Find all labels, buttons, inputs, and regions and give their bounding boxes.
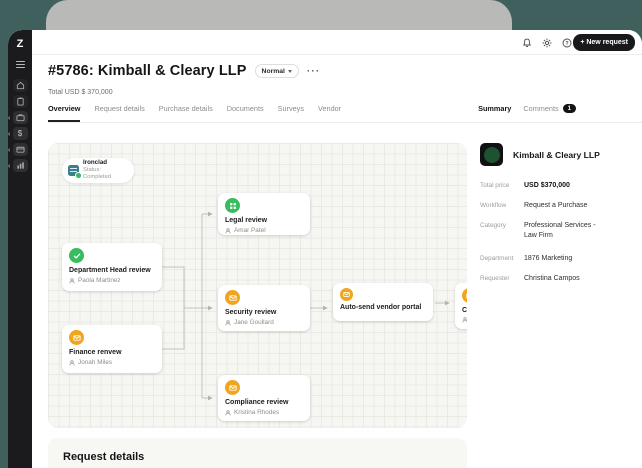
pending-envelope-icon xyxy=(225,290,240,305)
comments-count-badge: 1 xyxy=(563,104,576,113)
request-details-heading: Request details xyxy=(63,451,452,463)
workflow-canvas[interactable]: Ironclad Status: Completed Legal review … xyxy=(48,143,467,428)
summary-field-workflow: Workflow Request a Purchase xyxy=(480,201,638,211)
request-details-section: Request details xyxy=(48,438,467,468)
person-icon xyxy=(69,360,75,366)
person-icon xyxy=(225,410,231,416)
approved-check-icon xyxy=(69,248,84,263)
summary-field-requester: Requester Christina Campos xyxy=(480,274,638,284)
collapse-arrow-icon xyxy=(8,148,10,152)
priority-dropdown[interactable]: Normal xyxy=(255,64,299,78)
completed-check-icon xyxy=(75,172,82,179)
sidebar-item-requests[interactable] xyxy=(13,95,28,108)
tabs-bar: Overview Request details Purchase detail… xyxy=(48,104,642,123)
total-amount-label: Total USD $ 370,000 xyxy=(48,89,113,96)
summary-field-category: Category Professional Services - Law Fir… xyxy=(480,221,638,241)
workflow-node-security-review[interactable]: Security review Jane Goullard xyxy=(218,285,310,331)
dollar-icon: $ xyxy=(18,130,22,138)
sidebar-item-cards[interactable] xyxy=(13,143,28,156)
assignee-name: Paola Martinez xyxy=(78,277,121,284)
tab-documents[interactable]: Documents xyxy=(227,104,264,120)
main-content: ? + New request #5786: Kimball & Cleary … xyxy=(32,30,642,468)
tab-comments[interactable]: Comments 1 xyxy=(523,104,576,113)
sidebar-item-procurement[interactable] xyxy=(13,111,28,124)
vendor-name: Kimball & Cleary LLP xyxy=(513,150,600,160)
person-icon xyxy=(69,278,75,284)
assignee-name: Jane Goullard xyxy=(234,319,274,326)
workflow-node-legal-review[interactable]: Legal review Amar Patel xyxy=(218,193,310,235)
tab-purchase-details[interactable]: Purchase details xyxy=(159,104,213,120)
summary-field-department: Department 1876 Marketing xyxy=(480,254,638,264)
person-icon xyxy=(225,320,231,326)
tab-summary[interactable]: Summary xyxy=(478,104,511,113)
person-icon xyxy=(462,317,467,323)
pending-envelope-icon xyxy=(69,330,84,345)
clipboard-icon xyxy=(16,97,25,106)
collapse-arrow-icon xyxy=(8,132,10,136)
summary-field-total-price: Total price USD $370,000 xyxy=(480,181,638,191)
workflow-node-compliance-review[interactable]: Compliance review Kristina Rhodes xyxy=(218,375,310,421)
credit-card-icon xyxy=(16,145,25,154)
integration-status: Status: Completed xyxy=(83,167,128,181)
sidebar-item-spend[interactable]: $ xyxy=(13,127,28,140)
assignee-name: Amar Patel xyxy=(234,227,266,234)
collapse-arrow-icon xyxy=(8,116,10,120)
sidebar-item-reports[interactable] xyxy=(13,159,28,172)
workflow-node-auto-send-vendor-portal[interactable]: Auto-send vendor portal xyxy=(333,283,433,321)
help-icon[interactable]: ? xyxy=(561,37,572,48)
topbar: ? + New request xyxy=(32,30,642,55)
integration-node-ironclad[interactable]: Ironclad Status: Completed xyxy=(62,158,134,183)
notifications-bell-icon[interactable] xyxy=(521,37,532,48)
settings-gear-icon[interactable] xyxy=(541,37,552,48)
tab-surveys[interactable]: Surveys xyxy=(278,104,304,120)
app-window: Z $ xyxy=(8,30,642,468)
pending-envelope-icon xyxy=(462,288,467,303)
bar-chart-icon xyxy=(16,161,25,170)
screen: Z $ xyxy=(0,0,642,468)
workflow-node-clipped[interactable]: C xyxy=(455,283,467,329)
tab-request-details[interactable]: Request details xyxy=(94,104,144,120)
approved-status-icon xyxy=(225,198,240,213)
svg-text:?: ? xyxy=(565,41,568,47)
pending-envelope-icon xyxy=(225,380,240,395)
workflow-node-department-head-review[interactable]: Department Head review Paola Martinez xyxy=(62,243,162,291)
summary-panel: Kimball & Cleary LLP Total price USD $37… xyxy=(480,143,638,294)
new-request-button[interactable]: + New request xyxy=(573,34,635,51)
workflow-node-finance-review[interactable]: Finance renvew Jonah Miles xyxy=(62,325,162,373)
briefcase-icon xyxy=(16,113,25,122)
assignee-name: Kristina Rhodes xyxy=(234,409,279,416)
pending-envelope-icon xyxy=(340,288,353,301)
assignee-name: Jonah Miles xyxy=(78,359,112,366)
home-icon xyxy=(16,81,25,90)
tab-overview[interactable]: Overview xyxy=(48,104,80,122)
person-icon xyxy=(225,228,231,234)
chevron-down-icon xyxy=(288,70,292,73)
sidebar-item-home[interactable] xyxy=(13,79,28,92)
ironclad-logo-icon xyxy=(68,165,79,176)
app-logo: Z xyxy=(17,39,24,50)
hamburger-menu-icon[interactable] xyxy=(16,61,25,68)
vendor-logo xyxy=(480,143,503,166)
page-title: #5786: Kimball & Cleary LLP xyxy=(48,63,247,79)
sidebar-nav: Z $ xyxy=(8,30,32,468)
tab-vendor[interactable]: Vendor xyxy=(318,104,341,120)
collapse-arrow-icon xyxy=(8,164,10,168)
more-actions-button[interactable]: ··· xyxy=(307,67,321,76)
